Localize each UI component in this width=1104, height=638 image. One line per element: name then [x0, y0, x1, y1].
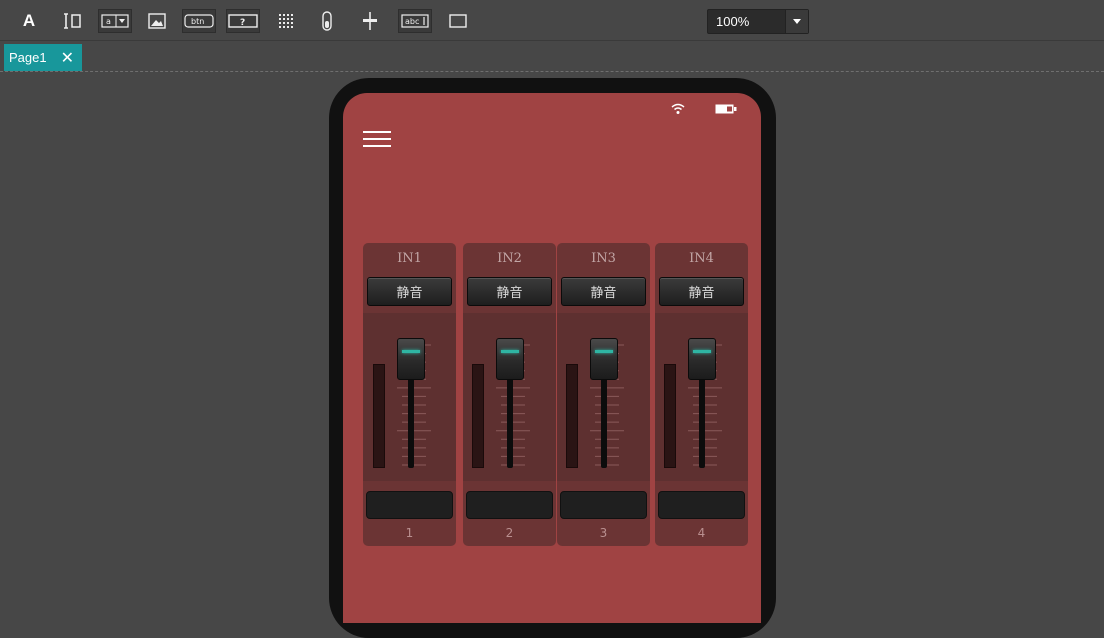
channel-name: IN4 [689, 251, 714, 266]
dropdown-tool-icon: a [101, 14, 129, 28]
channel-number: 3 [599, 526, 608, 540]
image-tool-icon [148, 13, 166, 29]
rectangle-tool-icon [449, 14, 467, 28]
toolbar: A a btn ? abc 100% [0, 0, 1104, 41]
label-tool-icon: abc [401, 14, 429, 28]
channel-name: IN2 [497, 251, 522, 266]
grid-tool-icon [279, 14, 293, 28]
slider-tool-button[interactable] [356, 9, 384, 33]
level-meter [373, 364, 385, 468]
channel-strip-2: IN2 静音 2 [463, 243, 556, 546]
text-tool-button[interactable]: A [14, 9, 44, 33]
svg-text:a: a [106, 17, 111, 26]
level-meter [566, 364, 578, 468]
svg-text:btn: btn [191, 17, 204, 26]
level-display [658, 491, 745, 519]
tab-label: Page1 [9, 50, 47, 65]
tab-bar: Page1 ✕ [0, 41, 1104, 72]
battery-icon [715, 104, 737, 114]
hamburger-menu-icon[interactable] [363, 129, 391, 149]
button-tool-icon: btn [184, 14, 214, 28]
fader-knob[interactable] [496, 338, 524, 380]
chevron-down-icon[interactable] [785, 10, 808, 33]
channel-strip-4: IN4 静音 4 [655, 243, 748, 546]
button-tool-button[interactable]: btn [182, 9, 216, 33]
toggle-tool-icon [322, 11, 332, 31]
phone-screen: IN1 静音 1 IN2 静音 2 IN3 静音 3 IN4 静音 4 [343, 93, 761, 623]
close-icon[interactable]: ✕ [61, 49, 74, 66]
channel-number: 4 [697, 526, 706, 540]
grid-tool-button[interactable] [272, 9, 300, 33]
mute-button[interactable]: 静音 [367, 277, 452, 306]
level-display [366, 491, 453, 519]
toggle-tool-button[interactable] [314, 9, 340, 33]
channel-number: 2 [505, 526, 514, 540]
channel-strip-1: IN1 静音 1 [363, 243, 456, 546]
tab-page1[interactable]: Page1 ✕ [4, 44, 82, 71]
channel-number: 1 [405, 526, 414, 540]
help-tool-button[interactable]: ? [226, 9, 260, 33]
help-tool-icon: ? [228, 14, 258, 28]
slider-tool-icon [363, 12, 377, 30]
mute-button[interactable]: 静音 [561, 277, 646, 306]
channel-strip-3: IN3 静音 3 [557, 243, 650, 546]
level-display [560, 491, 647, 519]
text-tool-icon: A [22, 11, 36, 30]
fader-knob[interactable] [688, 338, 716, 380]
wifi-icon [671, 103, 685, 114]
mute-button[interactable]: 静音 [467, 277, 552, 306]
zoom-value: 100% [716, 14, 750, 29]
level-meter [472, 364, 484, 468]
rectangle-tool-button[interactable] [444, 9, 472, 33]
text-cursor-tool-icon [64, 13, 81, 29]
zoom-select[interactable]: 100% [707, 9, 809, 34]
svg-text:abc: abc [405, 17, 419, 26]
mute-button[interactable]: 静音 [659, 277, 744, 306]
label-tool-button[interactable]: abc [398, 9, 432, 33]
channel-name: IN3 [591, 251, 616, 266]
image-tool-button[interactable] [142, 9, 172, 33]
svg-text:?: ? [240, 18, 245, 28]
fader-knob[interactable] [397, 338, 425, 380]
level-meter [664, 364, 676, 468]
text-cursor-tool-button[interactable] [58, 9, 88, 33]
level-display [466, 491, 553, 519]
dropdown-tool-button[interactable]: a [98, 9, 132, 33]
fader-knob[interactable] [590, 338, 618, 380]
channel-name: IN1 [397, 251, 422, 266]
